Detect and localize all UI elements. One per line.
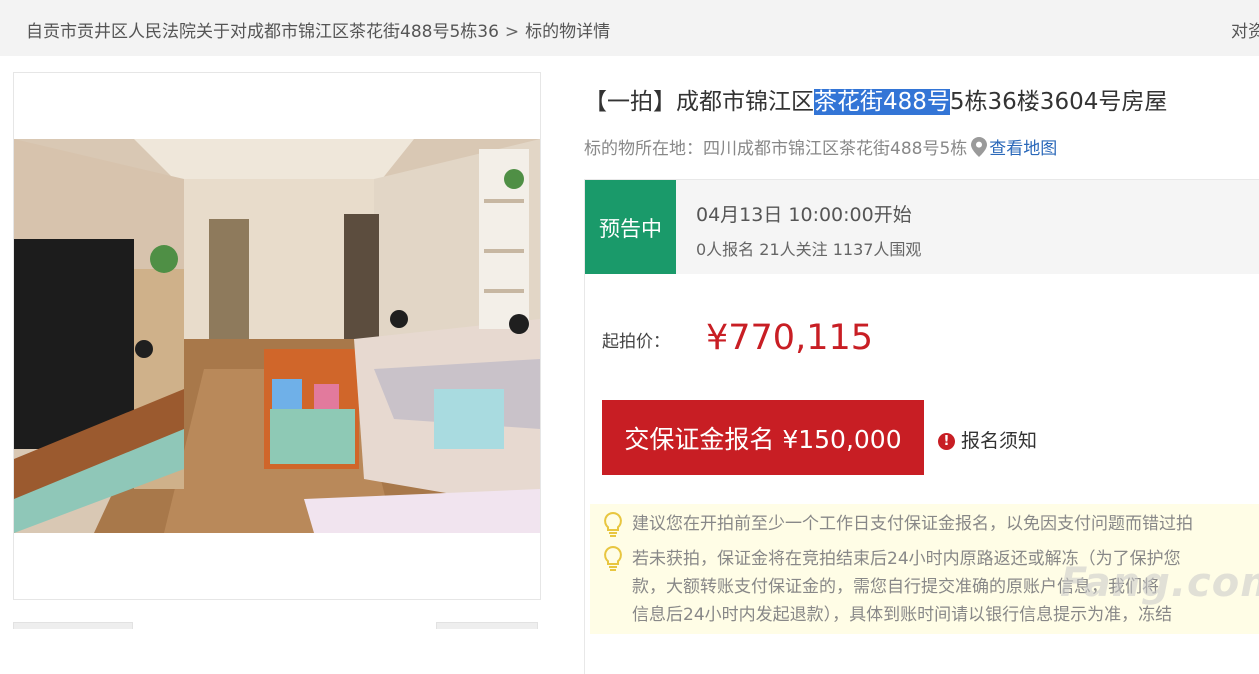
deposit-register-button[interactable]: 交保证金报名 ¥150,000: [602, 400, 924, 475]
lightbulb-icon: [602, 545, 624, 576]
lightbulb-icon: [602, 511, 624, 542]
registration-notice-link[interactable]: ! 报名须知: [938, 426, 1037, 453]
breadcrumb-separator: >: [504, 22, 520, 42]
location-value: 四川成都市锦江区茶花街488号5栋: [703, 139, 968, 159]
view-map-link[interactable]: 查看地图: [989, 139, 1057, 159]
title-prefix: 【一拍】成都市锦江区: [584, 89, 814, 115]
title-suffix: 5栋36楼3604号房屋: [949, 89, 1168, 115]
start-price-label: 起拍价：: [602, 332, 670, 352]
map-pin-icon[interactable]: [971, 137, 988, 162]
auction-status-box: 预告中 04月13日 10:00:00开始 0人报名 21人关注 1137人围观: [584, 179, 1259, 276]
item-title: 【一拍】成都市锦江区茶花街488号5栋36楼3604号房屋: [584, 82, 1167, 116]
auction-start-time: 04月13日 10:00:00开始: [696, 204, 912, 226]
photo-gallery[interactable]: [13, 72, 541, 600]
auction-stats: 0人报名 21人关注 1137人围观: [696, 240, 922, 259]
watermark-logo: Fang.com: [1060, 560, 1259, 606]
breadcrumb: 自贡市贡井区人民法院关于对成都市锦江区茶花街488号5栋36 > 标的物详情: [26, 17, 610, 42]
breadcrumb-court-link[interactable]: 自贡市贡井区人民法院关于对成都市锦江区茶花街488号5栋36: [26, 22, 499, 42]
status-badge: 预告中: [585, 180, 676, 275]
location-label: 标的物所在地：: [584, 139, 703, 159]
top-breadcrumb-bar: 自贡市贡井区人民法院关于对成都市锦江区茶花街488号5栋36 > 标的物详情 对资: [0, 0, 1259, 56]
tip-line: 建议您在开拍前至少一个工作日支付保证金报名，以免因支付问题而错过拍: [632, 514, 1193, 534]
title-highlight: 茶花街488号: [814, 89, 950, 115]
item-location: 标的物所在地：四川成都市锦江区茶花街488号5栋 查看地图: [584, 134, 1057, 162]
notice-link-label: 报名须知: [961, 430, 1038, 452]
property-photo[interactable]: [14, 139, 540, 533]
exclamation-icon: !: [938, 433, 955, 450]
top-right-text[interactable]: 对资: [1231, 17, 1259, 42]
start-price-value: ¥770,115: [706, 318, 874, 358]
breadcrumb-current: 标的物详情: [525, 22, 611, 42]
